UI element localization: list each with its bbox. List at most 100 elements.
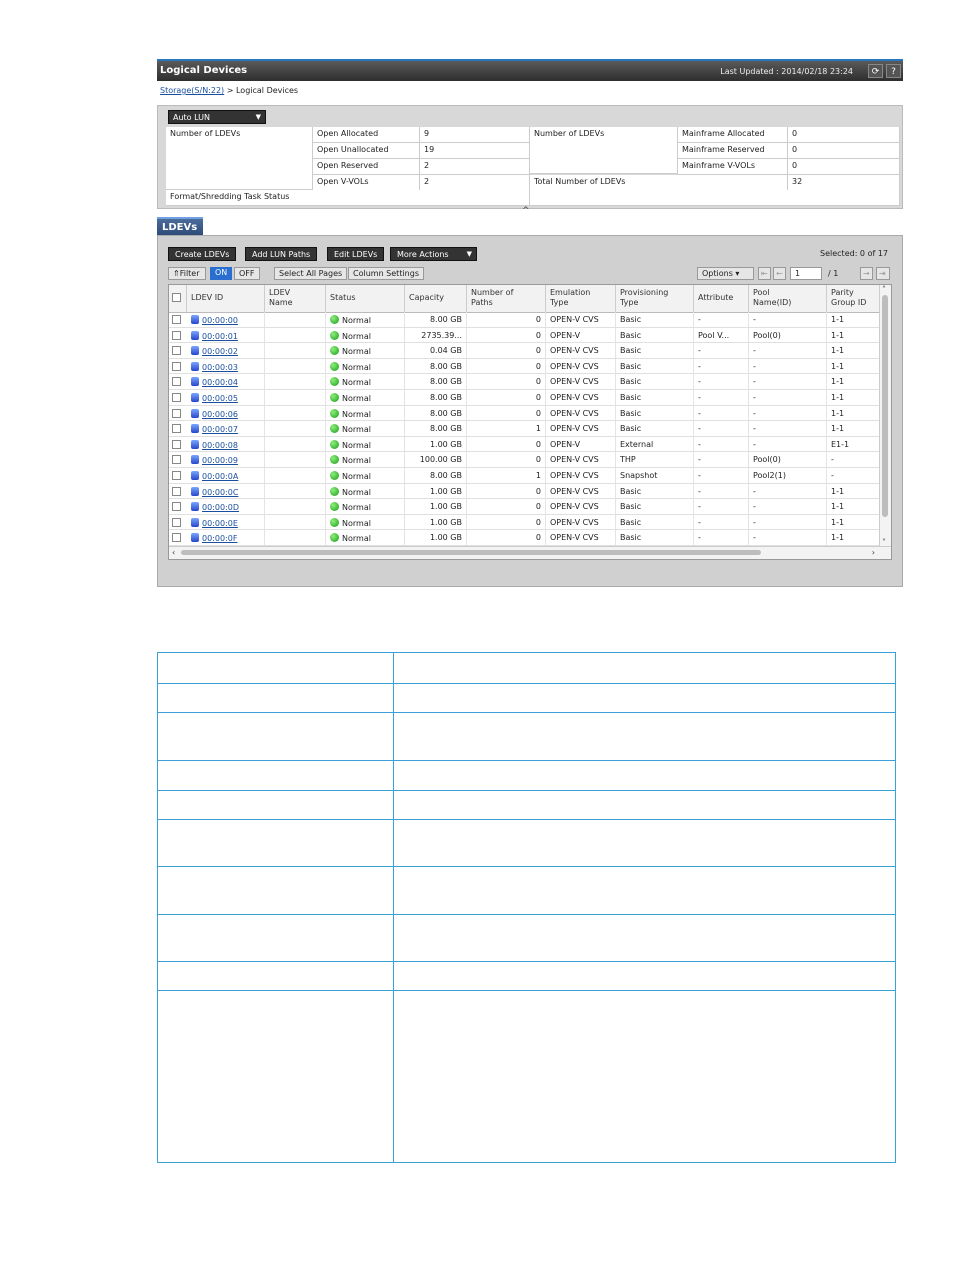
col-pool-name[interactable]: Pool Name(ID) bbox=[749, 285, 827, 312]
ldev-id-link[interactable]: 00:00:02 bbox=[202, 347, 238, 356]
ldev-id-link[interactable]: 00:00:04 bbox=[202, 378, 238, 387]
table-row[interactable]: 00:00:0D Normal 1.00 GB 0 OPEN-V CVS Basic - -1… bbox=[169, 499, 881, 515]
more-actions-button[interactable]: More Actions ▼ bbox=[390, 247, 477, 261]
ldev-id-link[interactable]: 00:00:01 bbox=[202, 332, 238, 341]
filter-off-button[interactable]: OFF bbox=[234, 267, 260, 280]
page-input[interactable]: 1 bbox=[790, 267, 822, 280]
total-ldevs-label: Total Number of LDEVs bbox=[530, 175, 788, 191]
ldev-icon bbox=[191, 471, 199, 480]
cell-pool: - bbox=[749, 358, 827, 374]
collapse-caret-icon[interactable]: ^ bbox=[522, 206, 530, 216]
row-checkbox[interactable] bbox=[172, 502, 181, 512]
options-button[interactable]: Options ▾ bbox=[697, 267, 754, 280]
ldev-id-link[interactable]: 00:00:05 bbox=[202, 394, 238, 403]
col-capacity[interactable]: Capacity bbox=[405, 285, 467, 312]
cell-name bbox=[265, 374, 326, 390]
column-settings-button[interactable]: Column Settings bbox=[348, 267, 424, 280]
scroll-up-icon[interactable]: ˄ bbox=[882, 285, 886, 294]
row-checkbox[interactable] bbox=[172, 439, 181, 449]
row-checkbox[interactable] bbox=[172, 408, 181, 418]
empty-document-table bbox=[157, 652, 896, 1163]
ldev-id-link[interactable]: 00:00:08 bbox=[202, 441, 238, 450]
cell-pool: - bbox=[749, 405, 827, 421]
selected-count: Selected: 0 of 17 bbox=[820, 249, 888, 258]
table-row[interactable]: 00:00:03 Normal 8.00 GB 0 OPEN-V CVS Basic - -1… bbox=[169, 358, 881, 375]
filter-toggle[interactable]: ⇑Filter bbox=[168, 267, 206, 280]
row-checkbox[interactable] bbox=[172, 377, 181, 387]
mf-vvols-label: Mainframe V-VOLs bbox=[678, 159, 788, 175]
row-checkbox[interactable] bbox=[172, 533, 181, 543]
vertical-scroll-thumb[interactable] bbox=[882, 295, 888, 517]
ldev-id-link[interactable]: 00:00:03 bbox=[202, 363, 238, 372]
vertical-scrollbar[interactable]: ˄ ˅ bbox=[879, 285, 891, 547]
tab-ldevs[interactable]: LDEVs bbox=[157, 217, 203, 235]
prev-page-icon[interactable]: ← bbox=[773, 267, 786, 280]
row-checkbox[interactable] bbox=[172, 361, 181, 371]
next-page-icon[interactable]: → bbox=[860, 267, 873, 280]
ldev-id-link[interactable]: 00:00:0F bbox=[202, 534, 237, 543]
ldev-id-link[interactable]: 00:00:06 bbox=[202, 410, 238, 419]
col-emulation-type[interactable]: Emulation Type bbox=[546, 285, 616, 312]
refresh-icon[interactable]: ⟳ bbox=[868, 64, 883, 78]
scroll-right-icon[interactable]: › bbox=[872, 548, 875, 557]
cell-paths: 0 bbox=[467, 405, 546, 421]
table-row[interactable]: 00:00:00 Normal 8.00 GB 0 OPEN-V CVS Basic - -1… bbox=[169, 312, 881, 328]
row-checkbox[interactable] bbox=[172, 424, 181, 434]
col-attribute[interactable]: Attribute bbox=[694, 285, 749, 312]
horizontal-scroll-thumb[interactable] bbox=[181, 550, 761, 555]
row-checkbox[interactable] bbox=[172, 455, 181, 465]
row-checkbox[interactable] bbox=[172, 346, 181, 356]
ldev-id-link[interactable]: 00:00:07 bbox=[202, 425, 238, 434]
table-row[interactable]: 00:00:0A Normal 8.00 GB 1 OPEN-V CVS Snapshot… bbox=[169, 468, 881, 484]
cell-status: Normal bbox=[326, 530, 405, 546]
table-row[interactable]: 00:00:02 Normal 0.04 GB 0 OPEN-V CVS Basic - -1… bbox=[169, 343, 881, 359]
ldevs-panel: Create LDEVs Add LUN Paths Edit LDEVs Mo… bbox=[157, 235, 903, 587]
scroll-left-icon[interactable]: ‹ bbox=[172, 548, 175, 557]
select-all-checkbox[interactable] bbox=[172, 293, 181, 302]
row-checkbox[interactable] bbox=[172, 517, 181, 527]
select-all-pages-button[interactable]: Select All Pages bbox=[274, 267, 348, 280]
row-checkbox[interactable] bbox=[172, 393, 181, 402]
table-row[interactable]: 00:00:01 Normal 2735.39... 0 OPEN-V Basic Pool… bbox=[169, 327, 881, 344]
col-status[interactable]: Status bbox=[326, 285, 405, 312]
table-row[interactable]: 00:00:04 Normal 8.00 GB 0 OPEN-V CVS Basic - -1… bbox=[169, 374, 881, 390]
cell-emu: OPEN-V CVS bbox=[546, 358, 616, 374]
table-row[interactable]: 00:00:0F Normal 1.00 GB 0 OPEN-V CVS Basic - -1… bbox=[169, 530, 881, 546]
row-checkbox[interactable] bbox=[172, 330, 181, 340]
table-row[interactable]: 00:00:06 Normal 8.00 GB 0 OPEN-V CVS Basic - -1… bbox=[169, 405, 881, 422]
row-checkbox[interactable] bbox=[172, 471, 181, 480]
ldev-id-link[interactable]: 00:00:0E bbox=[202, 519, 238, 528]
ldev-id-link[interactable]: 00:00:0D bbox=[202, 503, 239, 512]
ldev-id-link[interactable]: 00:00:0C bbox=[202, 488, 238, 497]
ldev-id-link[interactable]: 00:00:09 bbox=[202, 456, 238, 465]
table-row[interactable]: 00:00:0C Normal 1.00 GB 0 OPEN-V CVS Basic - -1… bbox=[169, 483, 881, 500]
first-page-icon[interactable]: ⇤ bbox=[758, 267, 771, 280]
ldev-id-link[interactable]: 00:00:0A bbox=[202, 472, 238, 481]
breadcrumb-storage-link[interactable]: Storage(S/N:22) bbox=[160, 86, 224, 95]
edit-ldevs-button[interactable]: Edit LDEVs bbox=[327, 247, 385, 261]
col-ldev-name[interactable]: LDEV Name bbox=[265, 285, 326, 312]
filter-on-button[interactable]: ON bbox=[210, 267, 233, 280]
row-checkbox[interactable] bbox=[172, 486, 181, 496]
chevron-down-icon: ▼ bbox=[466, 250, 472, 258]
table-row[interactable]: 00:00:07 Normal 8.00 GB 1 OPEN-V CVS Basic - -1… bbox=[169, 421, 881, 437]
table-row[interactable]: 00:00:05 Normal 8.00 GB 0 OPEN-V CVS Basic - -1… bbox=[169, 390, 881, 406]
ldev-icon bbox=[191, 424, 199, 434]
col-ldev-id[interactable]: LDEV ID bbox=[187, 285, 265, 312]
create-ldevs-button[interactable]: Create LDEVs bbox=[168, 247, 237, 261]
col-provisioning-type[interactable]: Provisioning Type bbox=[616, 285, 694, 312]
summary-dropdown[interactable]: Auto LUN ▼ bbox=[168, 110, 266, 124]
table-row[interactable]: 00:00:09 Normal 100.00 GB 0 OPEN-V CVS THP - Po… bbox=[169, 452, 881, 468]
help-icon[interactable]: ? bbox=[886, 64, 901, 78]
add-lun-paths-button[interactable]: Add LUN Paths bbox=[245, 247, 318, 261]
col-parity-group[interactable]: Parity Group ID bbox=[827, 285, 881, 312]
last-page-icon[interactable]: ⇥ bbox=[876, 267, 890, 280]
horizontal-scrollbar[interactable]: ‹ › bbox=[169, 546, 891, 559]
row-checkbox[interactable] bbox=[172, 315, 181, 324]
cell-id: 00:00:04 bbox=[187, 374, 265, 390]
col-number-of-paths[interactable]: Number of Paths bbox=[467, 285, 546, 312]
ldev-id-link[interactable]: 00:00:00 bbox=[202, 316, 238, 325]
cell-id: 00:00:0A bbox=[187, 468, 265, 483]
table-row[interactable]: 00:00:0E Normal 1.00 GB 0 OPEN-V CVS Basic - -1… bbox=[169, 514, 881, 531]
table-row[interactable]: 00:00:08 Normal 1.00 GB 0 OPEN-V External - - E1… bbox=[169, 436, 881, 453]
